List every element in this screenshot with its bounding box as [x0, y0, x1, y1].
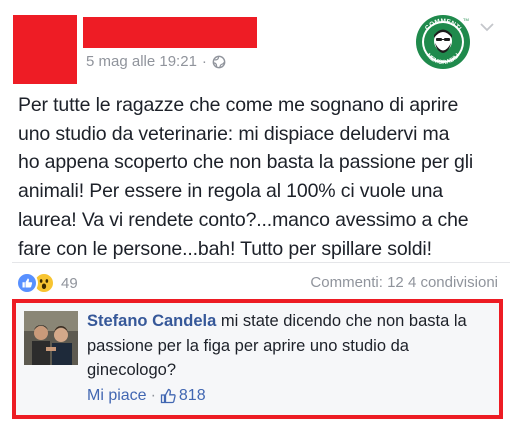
redacted-author-name: [83, 17, 257, 48]
reactions-summary[interactable]: 49: [16, 272, 78, 294]
comment-text-block: Stefano Candela mi state dicendo che non…: [87, 309, 492, 383]
redacted-profile-picture: [13, 15, 77, 84]
comment-like-count[interactable]: 818: [179, 387, 206, 405]
like-reaction-icon: [16, 272, 38, 294]
thumbs-up-icon: [160, 388, 176, 404]
comment-author[interactable]: Stefano Candela: [87, 312, 216, 330]
post-timestamp[interactable]: 5 mag alle 19:21: [86, 53, 197, 70]
commenter-avatar[interactable]: [24, 311, 78, 365]
globe-icon[interactable]: [212, 55, 226, 69]
comment-actions: Mi piace · 818: [87, 387, 206, 405]
post-stats[interactable]: Commenti: 12 4 condivisioni: [310, 274, 498, 291]
comment-action-separator: ·: [150, 387, 156, 404]
commenti-memorabili-logo: COMMENTI MEMORABILI TM: [416, 15, 470, 69]
highlighted-comment: Stefano Candela mi state dicendo che non…: [12, 299, 503, 419]
logo-trademark: TM: [463, 17, 469, 22]
post-divider: [12, 262, 510, 263]
post-timestamp-row: 5 mag alle 19:21 ·: [86, 53, 226, 70]
comment-like-button[interactable]: Mi piace: [87, 387, 147, 405]
timestamp-separator: ·: [201, 53, 207, 70]
reaction-count[interactable]: 49: [61, 275, 78, 292]
post-body-text: Per tutte le ragazze che come me sognano…: [18, 94, 474, 260]
chevron-down-icon[interactable]: [480, 22, 494, 32]
